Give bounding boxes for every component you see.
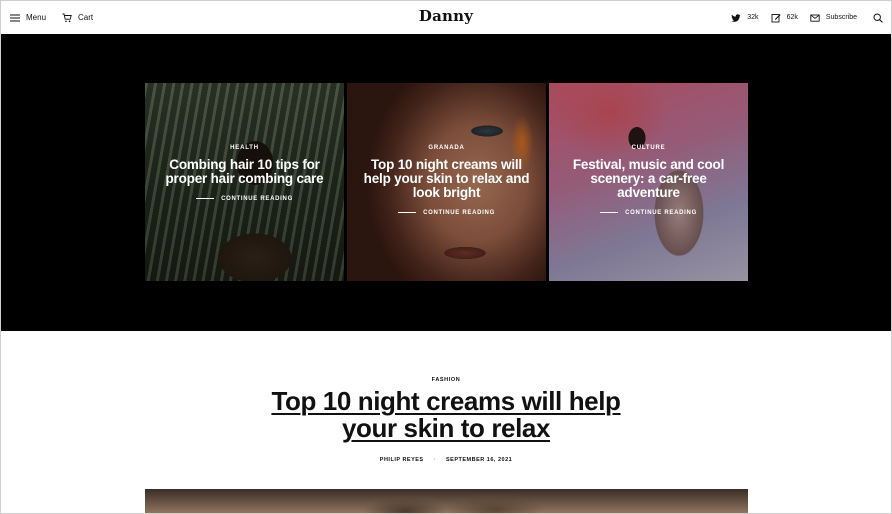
edit-icon [771, 13, 781, 23]
card-title[interactable]: Top 10 night creams will help your skin … [359, 158, 534, 200]
card-category[interactable]: HEALTH [157, 145, 332, 151]
article-category[interactable]: FASHION [1, 377, 891, 383]
article-featured-image[interactable] [145, 489, 748, 513]
card-title[interactable]: Combing hair 10 tips for proper hair com… [157, 158, 332, 186]
twitter-link[interactable]: 32k [731, 13, 759, 23]
edit-link[interactable]: 62k [771, 13, 798, 23]
featured-card-health[interactable]: HEALTH Combing hair 10 tips for proper h… [145, 83, 344, 281]
article-author[interactable]: PHILIP REYES [380, 457, 424, 463]
continue-reading-label: CONTINUE READING [221, 195, 293, 202]
article-title[interactable]: Top 10 night creams will help your skin … [1, 388, 891, 442]
article-section: FASHION Top 10 night creams will help yo… [1, 331, 891, 513]
dash-line [196, 198, 215, 199]
page-frame: Menu Cart Danny 32k 62k Subscribe HEALTH… [0, 0, 892, 514]
edit-count: 62k [786, 14, 798, 21]
dash-line [600, 212, 619, 213]
mail-icon [810, 13, 820, 23]
continue-reading-link[interactable]: CONTINUE READING [600, 210, 697, 216]
meta-separator: · [433, 457, 436, 463]
continue-reading-label: CONTINUE READING [423, 209, 495, 216]
header-right-actions: 32k 62k Subscribe [731, 1, 883, 34]
dash-line [398, 212, 417, 213]
subscribe-button[interactable]: Subscribe [810, 13, 857, 23]
top-bar: Menu Cart Danny 32k 62k Subscribe [1, 1, 891, 34]
featured-card-granada[interactable]: GRANADA Top 10 night creams will help yo… [347, 83, 546, 281]
twitter-icon [731, 13, 741, 23]
card-title[interactable]: Festival, music and cool scenery: a car-… [561, 158, 736, 200]
article-title-line-2: your skin to relax [341, 413, 551, 443]
featured-card-culture[interactable]: CULTURE Festival, music and cool scenery… [549, 83, 748, 281]
featured-hero: HEALTH Combing hair 10 tips for proper h… [1, 34, 891, 331]
card-category[interactable]: CULTURE [561, 145, 736, 151]
article-date: SEPTEMBER 16, 2021 [446, 457, 513, 463]
search-icon[interactable] [873, 12, 883, 23]
continue-reading-link[interactable]: CONTINUE READING [398, 210, 495, 216]
continue-reading-label: CONTINUE READING [625, 209, 697, 216]
subscribe-label: Subscribe [825, 14, 857, 21]
twitter-count: 32k [747, 14, 759, 21]
article-title-line-1: Top 10 night creams will help [271, 386, 621, 416]
article-meta: PHILIP REYES · SEPTEMBER 16, 2021 [1, 457, 891, 463]
continue-reading-link[interactable]: CONTINUE READING [196, 196, 293, 202]
card-category[interactable]: GRANADA [359, 145, 534, 151]
